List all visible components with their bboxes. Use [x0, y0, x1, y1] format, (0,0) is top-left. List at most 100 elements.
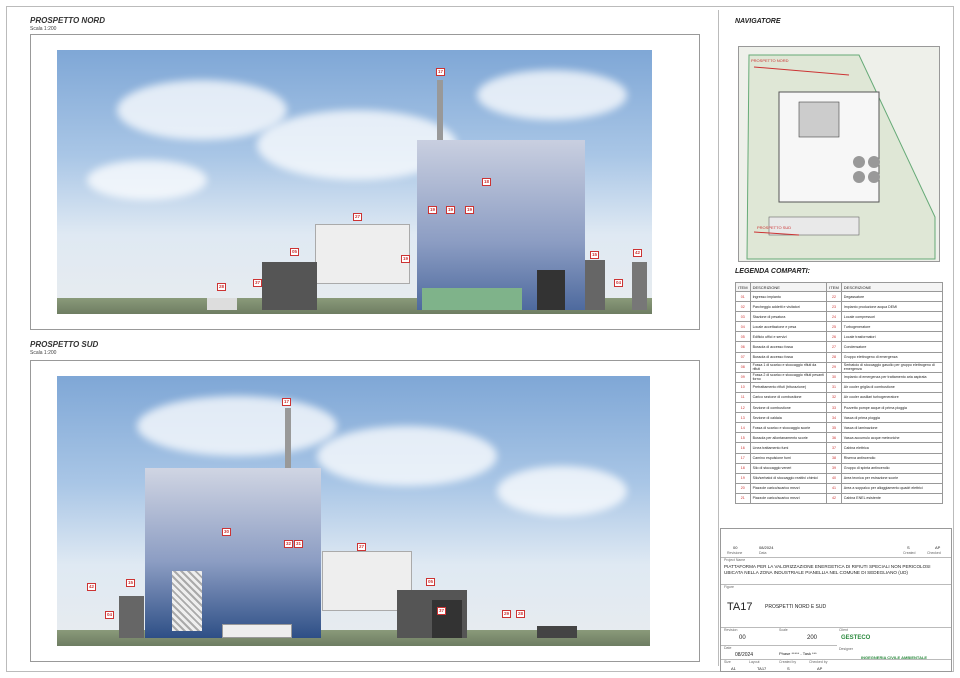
legend-item-number: 23 [826, 301, 842, 313]
legend-item-description: Condensatore [840, 341, 944, 353]
north-tag: 15 [590, 251, 599, 259]
legend-item-description: Area a soppalco per alloggiamento quadri… [840, 482, 944, 494]
legend-item-number: 35 [826, 422, 842, 434]
legend-item-description: Air cooler ausiliari turbogeneratore [840, 391, 944, 404]
north-scale: Scala 1:200 [30, 26, 57, 32]
legend-item-number: 42 [826, 492, 842, 504]
legend-item-description: Vasca di laminazione [840, 422, 944, 434]
north-tag: 19 [401, 255, 410, 263]
checkedby-value: AP [817, 666, 823, 671]
legend-item-description: Sezione di combustione [749, 402, 828, 414]
legend-row: 07 Bussola di accesso fossa 28 Gruppo elett… [735, 351, 944, 363]
revision-label: Revision [724, 628, 738, 632]
legend-item-number: 15 [735, 432, 751, 444]
legend-item-description: Linea trattamento fumi [749, 442, 828, 454]
legend-item-number: 24 [826, 311, 842, 323]
legend-item-description: Silo di stoccaggio veneri [749, 462, 828, 474]
designer-label: Designer [839, 647, 854, 651]
legend-item-description: Carico sezione di combustione [749, 391, 828, 404]
navigator-label-sud: PROSPETTO SUD [757, 225, 792, 230]
legend-row: 05 Edificio uffici e servizi 26 Locale tras… [735, 331, 944, 343]
legend-item-description: Locale trasformatori [840, 331, 944, 343]
legend-item-description: Turbogeneratore [840, 321, 944, 333]
legend-item-number: 30 [826, 371, 842, 383]
legend-item-description: Riserva antincendio [840, 452, 944, 464]
legend-item-number: 22 [826, 290, 842, 303]
legend-item-description: Silo/serbatoi di stoccaggio reattivi chi… [749, 472, 828, 484]
legend-header: DESCRIZIONE [840, 282, 944, 292]
legend-header: ITEM [735, 282, 751, 292]
drawing-code: TA17 [727, 601, 753, 613]
layout-label: Layout [749, 660, 760, 664]
legend-item-number: 33 [826, 402, 842, 414]
north-tag: 27 [353, 213, 362, 221]
client-label: Client [839, 628, 848, 632]
legend-item-number: 20 [735, 482, 751, 494]
navigator-label-nord: PROSPETTO NORD [751, 58, 789, 63]
legend-item-description: Camino espulsione fumi [749, 452, 828, 464]
south-tag: 30 [222, 528, 231, 536]
legend-item-description: Edificio uffici e servizi [749, 331, 828, 343]
south-tag: 27 [357, 543, 366, 551]
rev-number: 00 [733, 545, 738, 550]
south-scale: Scala 1:200 [30, 350, 57, 356]
revision-value: 00 [739, 635, 746, 641]
checkedby-label: Checked by [809, 660, 828, 664]
rev-created: S [907, 545, 910, 550]
legend-row: 02 Parcheggio addetti e visitatori 23 Impia… [735, 301, 944, 313]
legend-row: 17 Camino espulsione fumi 38 Riserva antinc… [735, 452, 944, 464]
figure-label: Figure [724, 585, 734, 589]
scale-label: Scale [779, 628, 788, 632]
legend-item-number: 12 [735, 402, 751, 414]
legend-item-description: Sezione di caldaia [749, 412, 828, 424]
designer-logo: INGEGNERIA CIVILE AMBIENTALE [861, 655, 928, 660]
legend-item-number: 41 [826, 482, 842, 494]
south-tag: 17 [282, 398, 291, 406]
createdby-value: S [787, 666, 790, 671]
legend-item-description: Fossa di scarico e stoccaggio scorie [749, 422, 828, 434]
checked-col-label: Checked [927, 551, 941, 555]
legend-header: ITEM [826, 282, 842, 292]
legend-item-description: Vasca di prima pioggia [840, 412, 944, 424]
rev-date: 08/2024 [759, 545, 774, 550]
legend-item-description: Air cooler griglia di combustione [840, 381, 944, 393]
date-value: 08/2024 [735, 652, 754, 658]
legend-item-number: 27 [826, 341, 842, 353]
legend-row: 14 Fossa di scarico e stoccaggio scorie 35… [735, 422, 944, 434]
legend-title: LEGENDA COMPARTI: [735, 268, 810, 275]
legend-item-number: 06 [735, 341, 751, 353]
legend-row: 10 Pretrattamento rifiuti (triturazione) 3… [735, 381, 944, 393]
legend-item-description: Gruppo di spinta antincendio [840, 462, 944, 474]
scale-value: 200 [807, 635, 818, 641]
project-name: PIATTAFORMA PER LA VALORIZZAZIONE ENERGE… [724, 564, 931, 575]
navigator-title: NAVIGATORE [735, 18, 781, 25]
legend-item-number: 18 [735, 462, 751, 474]
project-label: Project Name [724, 558, 746, 562]
client-logo: GESTECO [841, 635, 871, 641]
legend-item-description: Bussola di accesso fossa [749, 351, 828, 363]
legend-row: 04 Locale accettazione e pesa 25 Turbogener… [735, 321, 944, 333]
legend-item-number: 10 [735, 381, 751, 393]
legend-item-number: 39 [826, 462, 842, 474]
north-tag: 19 [465, 206, 474, 214]
legend-item-description: Cabina ENEL esistente [840, 492, 944, 504]
legend-row: 20 Piazzole carico/scarico mezzi 41 Area a … [735, 482, 944, 494]
legend-item-description: Cabina elettrica [840, 442, 944, 454]
createdby-label: Created by [779, 660, 797, 664]
legend-row: 01 Ingresso impianto 22 Degassatore [735, 290, 944, 303]
legend-item-description: Bussola di accesso fossa [749, 341, 828, 353]
legend-item-number: 38 [826, 452, 842, 464]
legend-item-number: 28 [826, 351, 842, 363]
legend-item-number: 31 [826, 381, 842, 393]
legend-row: 06 Bussola di accesso fossa 27 Condensatore [735, 341, 944, 353]
legend-item-number: 29 [826, 361, 842, 373]
phase-value: Phase ***** - Task *** [779, 651, 817, 656]
legend-item-description: Gruppo elettrogeno di emergenza [840, 351, 944, 363]
title-block: 00 08/2024 S AP Revisione Data Created C… [720, 528, 952, 672]
north-tag: 19 [428, 206, 437, 214]
legend-row: 19 Silo/serbatoi di stoccaggio reattivi c… [735, 472, 944, 484]
legend-item-description: Ingresso impianto [749, 290, 828, 303]
legend-item-description: Area tecnica per estrazione scorie [840, 472, 944, 484]
legend-item-number: 02 [735, 301, 751, 313]
legend-item-description: Parcheggio addetti e visitatori [749, 301, 828, 313]
